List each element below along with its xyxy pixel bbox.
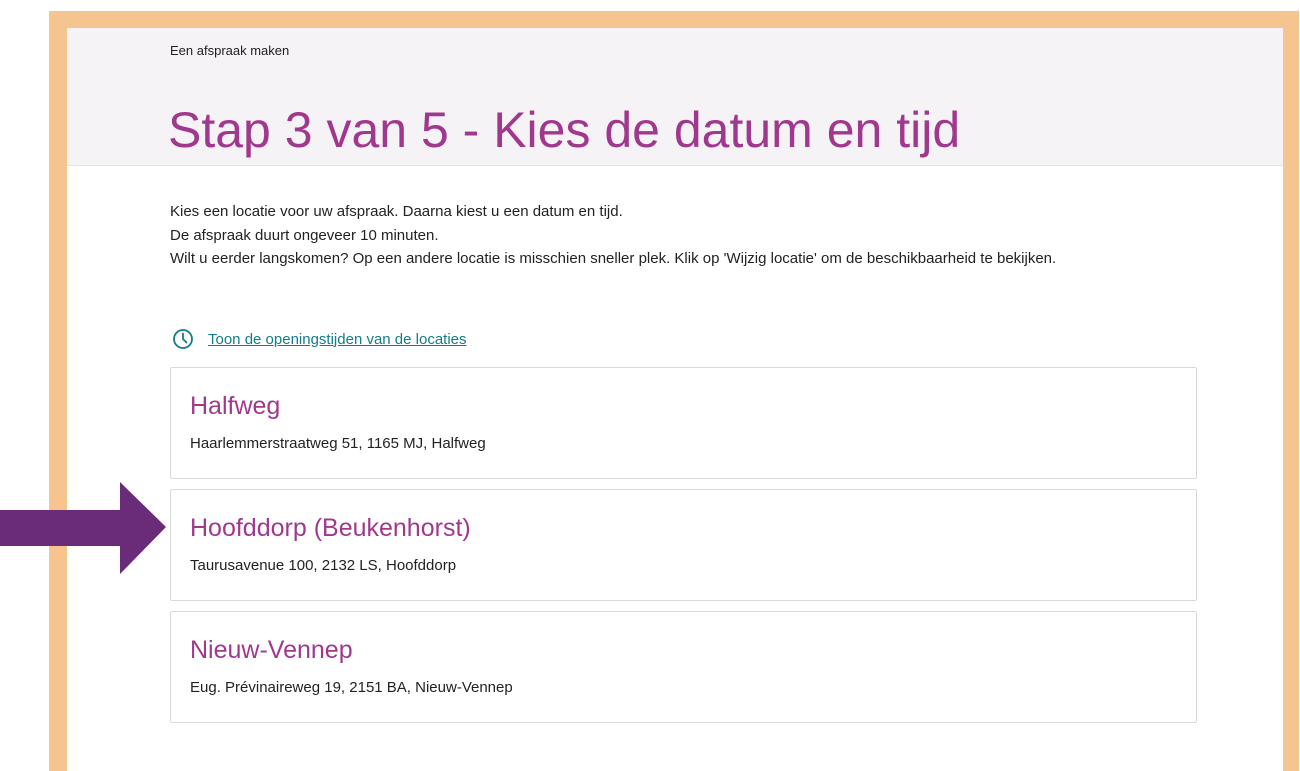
location-card-hoofddorp[interactable]: Hoofddorp (Beukenhorst) Taurusavenue 100… bbox=[170, 489, 1197, 601]
location-card-halfweg[interactable]: Halfweg Haarlemmerstraatweg 51, 1165 MJ,… bbox=[170, 367, 1197, 479]
page: Een afspraak maken Stap 3 van 5 - Kies d… bbox=[67, 28, 1283, 771]
opening-hours-row: Toon de openingstijden van de locaties bbox=[172, 328, 467, 350]
intro-line: Kies een locatie voor uw afspraak. Daarn… bbox=[170, 203, 623, 220]
location-address: Haarlemmerstraatweg 51, 1165 MJ, Halfweg bbox=[190, 435, 486, 452]
location-address: Taurusavenue 100, 2132 LS, Hoofddorp bbox=[190, 557, 457, 574]
location-name: Nieuw-Vennep bbox=[190, 636, 353, 664]
right-arrow-icon bbox=[0, 482, 166, 574]
page-header: Een afspraak maken Stap 3 van 5 - Kies d… bbox=[67, 28, 1283, 166]
location-name: Halfweg bbox=[190, 392, 281, 420]
intro-line: De afspraak duurt ongeveer 10 minuten. bbox=[170, 226, 439, 244]
breadcrumb[interactable]: Een afspraak maken bbox=[170, 43, 289, 58]
intro-text: Kies een locatie voor uw afspraak. Daarn… bbox=[170, 200, 1200, 271]
intro-line: Wilt u eerder langskomen? Op een andere … bbox=[170, 250, 1057, 267]
location-name: Hoofddorp (Beukenhorst) bbox=[190, 514, 471, 542]
location-address: Eug. Prévinaireweg 19, 2151 BA, Nieuw-Ve… bbox=[190, 679, 513, 696]
location-card-nieuw-vennep[interactable]: Nieuw-Vennep Eug. Prévinaireweg 19, 2151… bbox=[170, 611, 1197, 723]
clock-icon bbox=[173, 329, 193, 349]
location-list: Halfweg Haarlemmerstraatweg 51, 1165 MJ,… bbox=[170, 367, 1197, 733]
opening-hours-link[interactable]: Toon de openingstijden van de locaties bbox=[208, 331, 467, 348]
page-title: Stap 3 van 5 - Kies de datum en tijd bbox=[168, 102, 961, 158]
